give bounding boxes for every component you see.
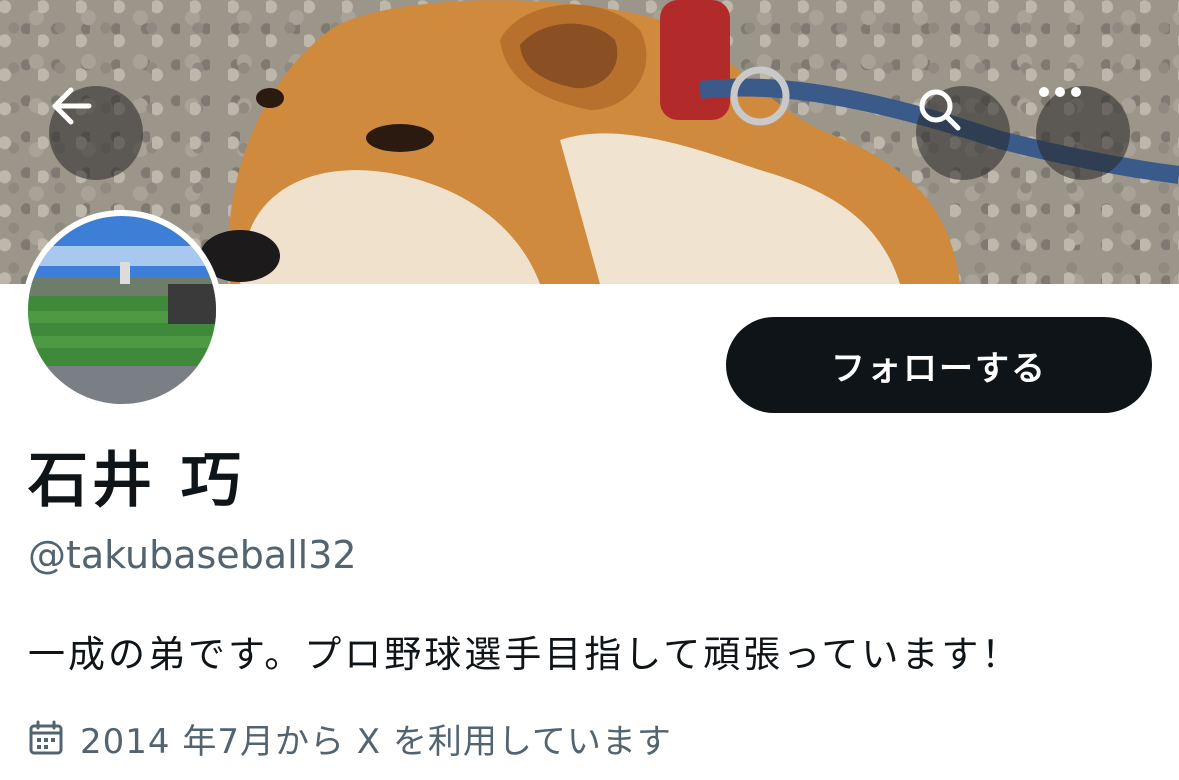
display-name: 石井 巧	[28, 446, 245, 516]
calendar-icon	[29, 720, 63, 755]
back-button[interactable]	[49, 86, 143, 180]
avatar[interactable]	[22, 210, 222, 410]
joined-label: 2014 年7月から X を利用しています	[80, 721, 672, 762]
joined-date: 2014 年7月から X を利用しています	[28, 716, 672, 762]
search-icon	[919, 89, 961, 131]
user-handle: @takubaseball32	[28, 533, 357, 577]
follow-button[interactable]: フォローする	[726, 317, 1152, 413]
more-button[interactable]	[1036, 86, 1130, 180]
bio-text: 一成の弟です。プロ野球選手目指して頑張っています！	[28, 633, 1022, 676]
arrow-left-icon	[52, 87, 92, 125]
search-button[interactable]	[916, 86, 1010, 180]
avatar-photo	[28, 216, 216, 404]
more-horizontal-icon	[1039, 87, 1081, 97]
